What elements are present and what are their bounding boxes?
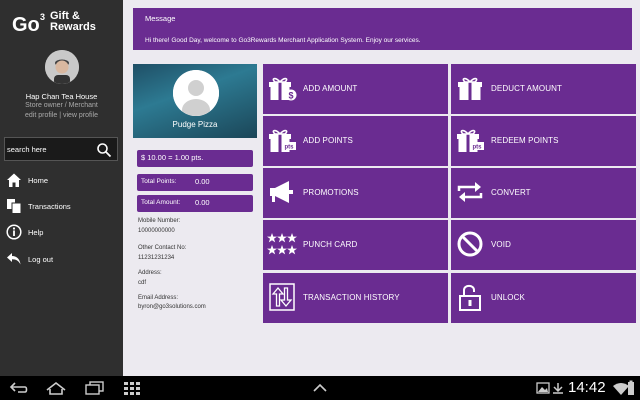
address-label: Address: xyxy=(138,270,162,276)
svg-text:pts: pts xyxy=(285,145,295,151)
unlock-button[interactable]: UNLOCK xyxy=(451,273,636,323)
avatar[interactable] xyxy=(45,50,79,84)
merchant-avatar xyxy=(173,70,219,116)
app-logo: Go 3 Gift & Rewards xyxy=(12,10,96,37)
apps-grid-icon[interactable] xyxy=(121,380,143,396)
home-icon xyxy=(7,173,21,187)
logout-arrow-icon xyxy=(7,253,21,265)
mobile-value: 10000000000 xyxy=(138,228,175,234)
home-button-icon[interactable] xyxy=(45,380,67,396)
merchant-card: Pudge Pizza xyxy=(133,64,257,138)
rate-badge: $ 10.00 = 1.00 pts. xyxy=(137,150,253,167)
clock: 14:42 xyxy=(568,379,606,396)
profile-links[interactable]: edit profile | view profile xyxy=(0,112,123,119)
transaction-history-button[interactable]: TRANSACTION HISTORY xyxy=(263,273,448,323)
merchant-name: Pudge Pizza xyxy=(172,120,218,129)
nav-item-home[interactable]: Home xyxy=(0,168,123,192)
system-nav-bar: 14:42 xyxy=(0,376,640,400)
svg-text:$: $ xyxy=(288,91,293,101)
redeem-points-button[interactable]: pts REDEEM POINTS xyxy=(451,116,636,166)
promotions-button[interactable]: PROMOTIONS xyxy=(263,168,448,218)
message-title: Message xyxy=(145,14,176,23)
documents-icon xyxy=(7,199,22,214)
message-body: Hi there! Good Day, welcome to Go3Reward… xyxy=(145,37,421,44)
other-contact-value: 11231231234 xyxy=(138,255,175,261)
email-value: byron@go3solutions.com xyxy=(138,304,206,310)
gift-points-icon: pts xyxy=(269,129,296,152)
unlock-icon xyxy=(459,284,481,311)
gift-icon xyxy=(458,77,482,100)
total-amount-badge: Total Amount: 0.00 xyxy=(137,195,253,212)
search-input[interactable] xyxy=(7,141,95,157)
chevron-up-icon[interactable] xyxy=(309,380,331,396)
address-value: cdf xyxy=(138,280,147,286)
info-icon xyxy=(6,224,22,240)
convert-arrows-icon xyxy=(457,182,483,202)
message-panel: Message Hi there! Good Day, welcome to G… xyxy=(133,8,632,50)
profile-role: Store owner / Merchant xyxy=(25,102,98,109)
app-root: Go 3 Gift & Rewards Hap Chan Tea House S… xyxy=(0,0,640,400)
sidebar: Go 3 Gift & Rewards Hap Chan Tea House S… xyxy=(0,0,123,376)
nav-item-logout[interactable]: Log out xyxy=(0,247,123,271)
total-points-badge: Total Points: 0.00 xyxy=(137,174,253,191)
gift-points-icon: pts xyxy=(457,129,484,152)
search-icon[interactable] xyxy=(96,142,112,158)
other-contact-label: Other Contact No: xyxy=(138,245,187,251)
email-label: Email Address: xyxy=(138,295,179,301)
nav-item-transactions[interactable]: Transactions xyxy=(0,194,123,218)
megaphone-icon xyxy=(270,181,293,203)
convert-button[interactable]: CONVERT xyxy=(451,168,636,218)
punch-card-button[interactable]: PUNCH CARD xyxy=(263,220,448,270)
add-points-button[interactable]: pts ADD POINTS xyxy=(263,116,448,166)
search-box xyxy=(4,137,118,161)
back-icon[interactable] xyxy=(8,380,30,396)
mobile-label: Mobile Number: xyxy=(138,218,181,224)
gift-dollar-icon: $ xyxy=(269,77,297,101)
battery-icon xyxy=(628,380,634,395)
profile-name: Hap Chan Tea House xyxy=(25,92,98,101)
download-notification-icon xyxy=(553,383,563,394)
up-down-arrows-icon xyxy=(269,283,295,311)
deduct-amount-button[interactable]: DEDUCT AMOUNT xyxy=(451,64,636,114)
prohibited-icon xyxy=(457,231,483,257)
stars-icon xyxy=(267,233,297,255)
recent-apps-icon[interactable] xyxy=(83,380,105,396)
nav-item-help[interactable]: Help xyxy=(0,220,123,244)
add-amount-button[interactable]: $ ADD AMOUNT xyxy=(263,64,448,114)
void-button[interactable]: VOID xyxy=(451,220,636,270)
svg-text:pts: pts xyxy=(473,145,483,151)
